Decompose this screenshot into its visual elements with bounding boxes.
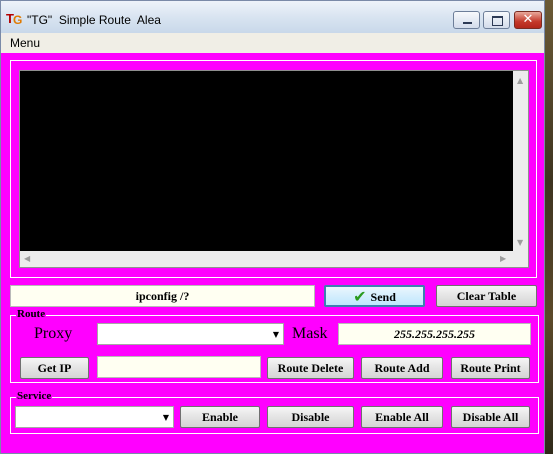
command-input[interactable]: ipconfig /? (10, 285, 315, 307)
horizontal-scrollbar[interactable]: ◀ ▶ (20, 251, 513, 267)
title-bar[interactable]: TG "TG" Simple Route Alea ✕ (1, 1, 544, 33)
scroll-up-icon[interactable]: ▲ (517, 77, 523, 85)
send-label: Send (370, 290, 396, 304)
route-add-button[interactable]: Route Add (361, 357, 443, 379)
enable-button[interactable]: Enable (180, 406, 260, 428)
maximize-button[interactable] (483, 11, 510, 29)
scroll-right-icon[interactable]: ▶ (500, 255, 506, 263)
disable-button[interactable]: Disable (267, 406, 354, 428)
disable-all-button[interactable]: Disable All (451, 406, 530, 428)
minimize-icon (454, 12, 479, 28)
scroll-down-icon[interactable]: ▼ (517, 239, 523, 247)
menu-item-menu[interactable]: Menu (10, 36, 40, 50)
send-button[interactable]: ✔ Send (324, 285, 425, 307)
route-print-button[interactable]: Route Print (451, 357, 530, 379)
chevron-down-icon: ▼ (272, 330, 279, 339)
menu-bar: Menu (1, 33, 544, 53)
proxy-label: Proxy (34, 325, 73, 342)
clear-table-button[interactable]: Clear Table (436, 285, 537, 307)
scrollbar-corner (513, 251, 528, 267)
get-ip-button[interactable]: Get IP (20, 357, 89, 379)
close-button[interactable]: ✕ (514, 11, 542, 29)
window-title: "TG" Simple Route Alea (27, 13, 161, 27)
close-icon: ✕ (522, 12, 534, 27)
app-logo-icon: TG (6, 11, 23, 27)
maximize-icon (484, 12, 509, 28)
chevron-down-icon: ▼ (162, 413, 169, 422)
scroll-left-icon[interactable]: ◀ (24, 255, 30, 263)
vertical-scrollbar[interactable]: ▲ ▼ (513, 71, 528, 251)
checkmark-icon: ✔ (353, 287, 367, 306)
minimize-button[interactable] (453, 11, 480, 29)
ip-field[interactable] (97, 356, 261, 378)
route-group-title: Route (16, 308, 47, 320)
service-group-title: Service (16, 390, 53, 402)
mask-label: Mask (292, 325, 328, 342)
mask-field[interactable]: 255.255.255.255 (338, 323, 531, 345)
console-output[interactable] (19, 70, 529, 268)
proxy-select[interactable]: ▼ (97, 323, 284, 345)
enable-all-button[interactable]: Enable All (361, 406, 443, 428)
route-delete-button[interactable]: Route Delete (267, 357, 354, 379)
service-select[interactable]: ▼ (15, 406, 174, 428)
